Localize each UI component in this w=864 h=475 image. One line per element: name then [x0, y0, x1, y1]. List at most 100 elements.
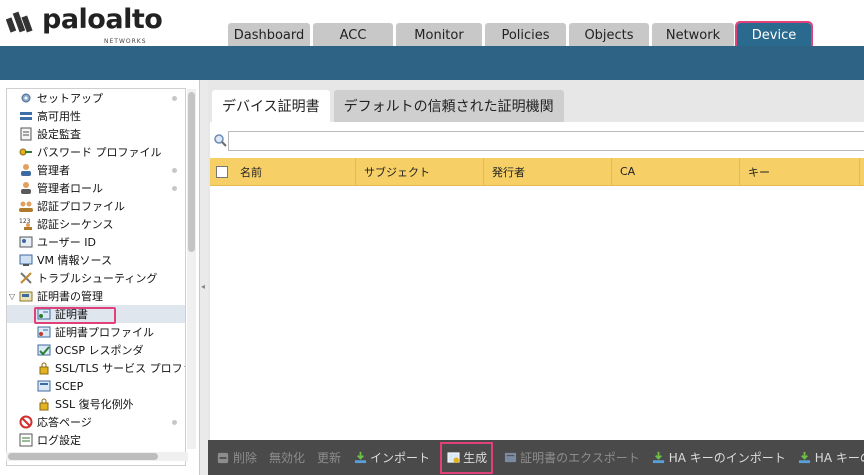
scroll-thumb[interactable]: [188, 92, 195, 252]
scep-icon: [37, 379, 51, 393]
table-header: 名前 サブジェクト 発行者 CA キー: [210, 157, 864, 186]
sidebar-item-14[interactable]: OCSP レスポンダ: [7, 341, 185, 359]
tab-dashboard[interactable]: Dashboard: [228, 23, 310, 47]
sidebar-item-label: SCEP: [55, 379, 84, 393]
block-icon: [19, 415, 33, 429]
sidebar-item-4[interactable]: 管理者: [7, 161, 185, 179]
sidebar-item-0[interactable]: セットアップ: [7, 89, 185, 107]
select-all-checkbox[interactable]: [216, 165, 228, 178]
sequence-icon: 123: [19, 217, 33, 231]
main-tabs: Dashboard ACC Monitor Policies Objects Networ…: [228, 21, 814, 49]
sidebar-item-label: 証明書の管理: [37, 290, 103, 303]
sidebar-item-label: SSL 復号化例外: [55, 398, 134, 411]
header: paloalto NETWORKS Dashboard ACC Monitor Pol…: [0, 0, 864, 49]
import-icon: [798, 451, 812, 465]
tab-objects[interactable]: Objects: [569, 23, 649, 47]
brand-sub: NETWORKS: [104, 38, 147, 45]
certificate-icon: [37, 307, 51, 321]
export-ha-key-button[interactable]: HA キーのエクスポート: [798, 444, 864, 472]
toolbar-button-label: 証明書のエクスポート: [520, 451, 640, 465]
subtab-0[interactable]: デバイス証明書: [212, 90, 330, 122]
sidebar-item-3[interactable]: パスワード プロファイル: [7, 143, 185, 161]
expand-toggle-icon[interactable]: ▽: [9, 292, 19, 301]
lock-icon: [37, 397, 51, 411]
pane-splitter[interactable]: ◂: [200, 80, 208, 475]
column-header[interactable]: CA: [612, 157, 740, 186]
sidebar-item-9[interactable]: VM 情報ソース: [7, 251, 185, 269]
lock-icon: [37, 361, 51, 375]
sidebar-item-label: ユーザー ID: [37, 236, 96, 249]
sidebar-item-label: 管理者: [37, 164, 70, 177]
tab-monitor[interactable]: Monitor: [396, 23, 482, 47]
sidebar-vertical-scrollbar[interactable]: [187, 89, 196, 449]
certificate-panel: 名前 サブジェクト 発行者 CA キー: [210, 122, 864, 475]
sub-tabs: デバイス証明書 デフォルトの信頼された証明機関: [212, 90, 568, 122]
sidebar-item-18[interactable]: 応答ページ: [7, 413, 185, 431]
toolbar-button-label: 削除: [233, 451, 258, 465]
export-certificate-button[interactable]: 証明書のエクスポート: [503, 444, 640, 472]
revoke-button[interactable]: 無効化: [269, 444, 305, 472]
bottom-toolbar: 削除 無効化 更新 インポート 生成 証明書のエクスポート HA キーのインポート HA キー…: [208, 440, 864, 475]
search-input[interactable]: [228, 131, 864, 151]
sidebar-horizontal-scrollbar[interactable]: [6, 452, 188, 461]
sidebar-item-8[interactable]: ユーザー ID: [7, 233, 185, 251]
sidebar-item-10[interactable]: トラブルシューティング: [7, 269, 185, 287]
sidebar-item-label: トラブルシューティング: [37, 272, 158, 285]
paloalto-logo-icon: [6, 11, 33, 33]
toolbar-button-label: 無効化: [269, 451, 306, 465]
generate-button[interactable]: 生成: [440, 441, 494, 474]
sidebar-item-label: 高可用性: [37, 110, 81, 123]
subtab-1[interactable]: デフォルトの信頼された証明機関: [333, 90, 564, 122]
sidebar-item-label: 証明書: [55, 308, 88, 321]
renew-button[interactable]: 更新: [317, 444, 341, 472]
column-header[interactable]: サブジェクト: [356, 157, 484, 186]
column-header[interactable]: キー: [740, 157, 860, 186]
import-icon: [353, 451, 367, 465]
tab-policies[interactable]: Policies: [485, 23, 566, 47]
sidebar-item-19[interactable]: ログ設定: [7, 431, 185, 449]
sidebar-item-1[interactable]: 高可用性: [7, 107, 185, 125]
sidebar-item-label: OCSP レスポンダ: [55, 344, 144, 357]
minus-icon: [216, 451, 230, 465]
sidebar-item-12[interactable]: 証明書: [7, 305, 185, 323]
sidebar-item-label: VM 情報ソース: [37, 254, 112, 267]
toolbar-button-label: HA キーのインポート: [668, 451, 786, 465]
id-card-icon: [19, 235, 33, 249]
delete-button[interactable]: 削除: [216, 444, 257, 472]
sidebar-item-11[interactable]: ▽ 証明書の管理: [7, 287, 185, 305]
sidebar-item-label: 認証シーケンス: [37, 218, 114, 231]
toolbar-button-label: 生成: [463, 451, 488, 465]
status-dot: [172, 168, 177, 173]
sidebar-item-13[interactable]: 証明書プロファイル: [7, 323, 185, 341]
import-button[interactable]: インポート: [353, 444, 430, 472]
scroll-thumb[interactable]: [8, 453, 158, 460]
sidebar-item-label: セットアップ: [37, 92, 103, 105]
sidebar-item-17[interactable]: SSL 復号化例外: [7, 395, 185, 413]
sidebar-item-6[interactable]: 認証プロファイル: [7, 197, 185, 215]
sidebar-item-7[interactable]: 123 認証シーケンス: [7, 215, 185, 233]
key-icon: [19, 145, 33, 159]
collapse-arrow-icon[interactable]: ◂: [201, 282, 205, 291]
tab-network[interactable]: Network: [652, 23, 734, 47]
sidebar-item-label: ログ設定: [37, 434, 81, 447]
document-icon: [19, 127, 33, 141]
users-icon: [19, 199, 33, 213]
sidebar-tree: セットアップ 高可用性設定監査 パスワード プロファイル管理者管理者ロール 認証プロフ…: [6, 88, 186, 466]
column-header[interactable]: 名前: [232, 157, 356, 186]
sidebar-item-15[interactable]: SSL/TLS サービス プロファイル: [7, 359, 185, 377]
status-dot: [172, 186, 177, 191]
user-role-icon: [19, 181, 33, 195]
import-ha-key-button[interactable]: HA キーのインポート: [652, 444, 786, 472]
status-dot: [172, 96, 177, 101]
sidebar-item-2[interactable]: 設定監査: [7, 125, 185, 143]
sidebar-item-5[interactable]: 管理者ロール: [7, 179, 185, 197]
main-content: デバイス証明書 デフォルトの信頼された証明機関 名前 サブジェクト 発行者 CA キー: [208, 80, 864, 475]
tab-device[interactable]: Device: [735, 21, 813, 49]
column-header[interactable]: 発行者: [484, 157, 612, 186]
sidebar-item-label: 証明書プロファイル: [55, 326, 154, 339]
certificate-folder-icon: [19, 289, 33, 303]
sidebar-item-16[interactable]: SCEP: [7, 377, 185, 395]
tab-acc[interactable]: ACC: [313, 23, 393, 47]
toolbar-button-label: HA キーのエクスポート: [814, 451, 864, 465]
sidebar-item-label: SSL/TLS サービス プロファイル: [55, 362, 185, 375]
